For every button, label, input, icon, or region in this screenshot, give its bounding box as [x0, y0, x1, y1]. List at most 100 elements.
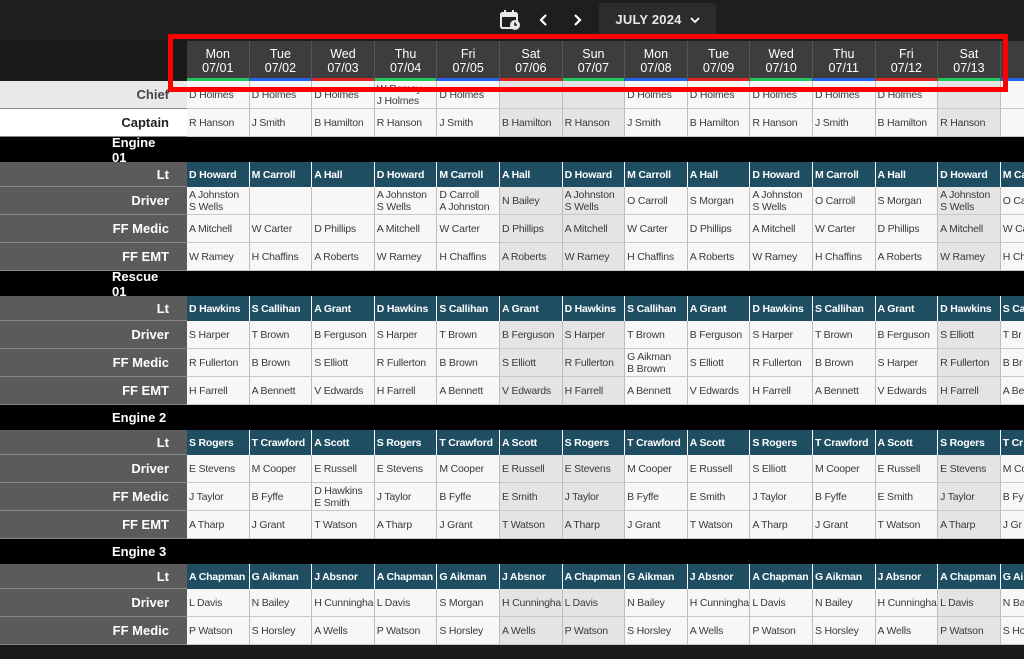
assignment-cell[interactable]: S Harper — [875, 349, 939, 377]
assignment-cell[interactable]: T Br — [1000, 321, 1024, 349]
assignment-cell[interactable]: J Taylor — [187, 483, 250, 511]
assignment-cell[interactable]: N Bailey — [812, 589, 876, 617]
lt-assignment-cell[interactable]: D Hawkins — [938, 296, 1001, 321]
day-header[interactable]: Mon 07/08 — [625, 41, 688, 81]
assignment-cell[interactable]: E Smith — [687, 483, 751, 511]
assignment-cell[interactable]: B Fyffe — [437, 483, 500, 511]
lt-assignment-cell[interactable]: M Carroll — [812, 162, 876, 187]
assignment-cell[interactable]: L Davis — [374, 589, 438, 617]
assignment-cell[interactable]: T Brown — [812, 321, 876, 349]
assignment-cell[interactable]: E Russell — [499, 455, 563, 483]
assignment-cell[interactable]: P Watson — [374, 617, 438, 645]
assignment-cell[interactable]: O Carroll — [625, 187, 688, 215]
assignment-cell[interactable]: J Taylor — [562, 483, 626, 511]
assignment-cell[interactable]: A Wells — [499, 617, 563, 645]
assignment-cell[interactable]: W Ramey J Holmes — [374, 81, 438, 109]
assignment-cell[interactable]: B Brown — [437, 349, 500, 377]
assignment-cell[interactable]: A Mitchell — [938, 215, 1001, 243]
assignment-cell[interactable]: B Ferguson — [875, 321, 939, 349]
assignment-cell[interactable]: J Taylor — [750, 483, 813, 511]
assignment-cell[interactable]: B Ferguson — [687, 321, 751, 349]
next-button[interactable] — [566, 8, 588, 32]
assignment-cell[interactable]: O Carroll — [812, 187, 876, 215]
assignment-cell[interactable]: J Smith — [812, 109, 876, 137]
assignment-cell[interactable]: T Watson — [499, 511, 563, 539]
day-header[interactable]: Thu 07/04 — [374, 41, 438, 81]
lt-assignment-cell[interactable]: A Hall — [312, 162, 375, 187]
assignment-cell[interactable]: A Johnston S Wells — [750, 187, 813, 215]
assignment-cell[interactable]: S Elliott — [499, 349, 563, 377]
lt-assignment-cell[interactable]: D Hawkins — [562, 296, 626, 321]
assignment-cell[interactable]: A Tharp — [938, 511, 1001, 539]
day-header[interactable]: Thu 07/11 — [812, 41, 876, 81]
lt-assignment-cell[interactable]: T Crawford — [625, 430, 688, 455]
assignment-cell[interactable] — [312, 187, 375, 215]
day-header[interactable]: Fri 07/12 — [875, 41, 939, 81]
lt-assignment-cell[interactable]: M Carroll — [249, 162, 313, 187]
previous-button[interactable] — [533, 8, 555, 32]
assignment-cell[interactable]: A Bennett — [812, 377, 876, 405]
calendar-icon[interactable] — [498, 8, 522, 32]
assignment-cell[interactable]: S Horsley — [437, 617, 500, 645]
assignment-cell[interactable]: O Ca — [1000, 187, 1024, 215]
assignment-cell[interactable]: J Grant — [437, 511, 500, 539]
assignment-cell[interactable]: N Bailey — [499, 187, 563, 215]
lt-assignment-cell[interactable]: A Chapman — [938, 564, 1001, 589]
assignment-cell[interactable]: B Ferguson — [312, 321, 375, 349]
lt-assignment-cell[interactable]: J Absnor — [499, 564, 563, 589]
assignment-cell[interactable]: B Fyffe — [249, 483, 313, 511]
assignment-cell[interactable]: L Davis — [562, 589, 626, 617]
assignment-cell[interactable]: M Cooper — [625, 455, 688, 483]
assignment-cell[interactable]: L Davis — [187, 589, 250, 617]
assignment-cell[interactable]: R Fullerton — [374, 349, 438, 377]
lt-assignment-cell[interactable]: S Rogers — [187, 430, 250, 455]
assignment-cell[interactable]: H Cunningha — [312, 589, 375, 617]
assignment-cell[interactable]: B Hamilton — [312, 109, 375, 137]
assignment-cell[interactable]: T Watson — [687, 511, 751, 539]
assignment-cell[interactable]: N Bailey — [249, 589, 313, 617]
assignment-cell[interactable]: A Tharp — [750, 511, 813, 539]
assignment-cell[interactable]: M Co — [1000, 455, 1024, 483]
assignment-cell[interactable]: D Phillips — [499, 215, 563, 243]
assignment-cell[interactable]: R Hanson — [187, 109, 250, 137]
lt-assignment-cell[interactable]: D Howard — [187, 162, 250, 187]
assignment-cell[interactable]: R Fullerton — [750, 349, 813, 377]
assignment-cell[interactable]: S Horsley — [249, 617, 313, 645]
lt-assignment-cell[interactable]: A Grant — [499, 296, 563, 321]
lt-assignment-cell[interactable]: A Chapman — [750, 564, 813, 589]
assignment-cell[interactable]: B Br — [1000, 349, 1024, 377]
assignment-cell[interactable]: W Carter — [437, 215, 500, 243]
assignment-cell[interactable]: D Phillips — [312, 215, 375, 243]
assignment-cell[interactable]: D Holmes — [187, 81, 250, 109]
assignment-cell[interactable]: H Farrell — [562, 377, 626, 405]
assignment-cell[interactable]: A Roberts — [687, 243, 751, 271]
day-header[interactable]: Sat 07/13 — [938, 41, 1001, 81]
assignment-cell[interactable]: S Elliott — [938, 321, 1001, 349]
assignment-cell[interactable]: V Edwards — [687, 377, 751, 405]
assignment-cell[interactable]: P Watson — [750, 617, 813, 645]
assignment-cell[interactable] — [249, 187, 313, 215]
lt-assignment-cell[interactable]: G Aikman — [437, 564, 500, 589]
assignment-cell[interactable]: A Wells — [875, 617, 939, 645]
month-selector[interactable]: JULY 2024 — [599, 3, 716, 36]
assignment-cell[interactable]: H Farrell — [374, 377, 438, 405]
lt-assignment-cell[interactable]: A Chapman — [374, 564, 438, 589]
assignment-cell[interactable]: P Watson — [938, 617, 1001, 645]
assignment-cell[interactable]: A Wells — [312, 617, 375, 645]
assignment-cell[interactable]: W Ca — [1000, 215, 1024, 243]
assignment-cell[interactable]: P Watson — [562, 617, 626, 645]
assignment-cell[interactable]: E Stevens — [374, 455, 438, 483]
assignment-cell[interactable]: S Morgan — [875, 187, 939, 215]
lt-assignment-cell[interactable]: A Scott — [875, 430, 939, 455]
lt-assignment-cell[interactable]: A Hall — [687, 162, 751, 187]
lt-assignment-cell[interactable]: T Cr — [1000, 430, 1024, 455]
assignment-cell[interactable]: J Smith — [625, 109, 688, 137]
assignment-cell[interactable]: B Fyffe — [812, 483, 876, 511]
assignment-cell[interactable]: A Mitchell — [187, 215, 250, 243]
assignment-cell[interactable]: B Hamilton — [875, 109, 939, 137]
assignment-cell[interactable]: B Hamilton — [687, 109, 751, 137]
assignment-cell[interactable]: A Tharp — [562, 511, 626, 539]
assignment-cell[interactable]: J Grant — [812, 511, 876, 539]
assignment-cell[interactable]: J Gr — [1000, 511, 1024, 539]
assignment-cell[interactable]: W Carter — [249, 215, 313, 243]
